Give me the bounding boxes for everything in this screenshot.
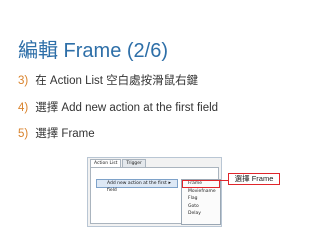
submenu-item-moviefname[interactable]: Moviefname [182, 188, 220, 196]
submenu: Frame Moviefname Flag Goto Delay [181, 179, 221, 225]
submenu-item-frame[interactable]: Frame [182, 180, 220, 188]
step-number: 5) [18, 128, 29, 140]
step-5: 5) 選擇 Frame [18, 125, 95, 141]
step-4: 4) 選擇 Add new action at the first field [18, 99, 218, 115]
context-menu-item-add-new-action[interactable]: Add new action at the first field ▸ [96, 179, 178, 193]
step-number: 3) [18, 75, 29, 87]
step-number: 4) [18, 102, 29, 114]
callout-connector-line [202, 179, 228, 182]
submenu-item-goto[interactable]: Goto [182, 203, 220, 211]
embedded-screenshot: Action List Trigger Add new action at th… [87, 157, 222, 227]
submenu-item-flag[interactable]: Flag [182, 195, 220, 203]
step-text: 選擇 Add new action at the first field [35, 102, 219, 114]
step-3: 3) 在 Action List 空白處按滑鼠右鍵 [18, 72, 198, 88]
slide-title: 編輯 Frame (2/6) [18, 40, 169, 62]
step-text: 選擇 Frame [35, 128, 95, 140]
step-text: 在 Action List 空白處按滑鼠右鍵 [35, 75, 199, 87]
callout-label: 選擇 Frame [228, 173, 280, 185]
submenu-item-delay[interactable]: Delay [182, 210, 220, 218]
submenu-arrow-icon: ▸ [168, 180, 171, 186]
